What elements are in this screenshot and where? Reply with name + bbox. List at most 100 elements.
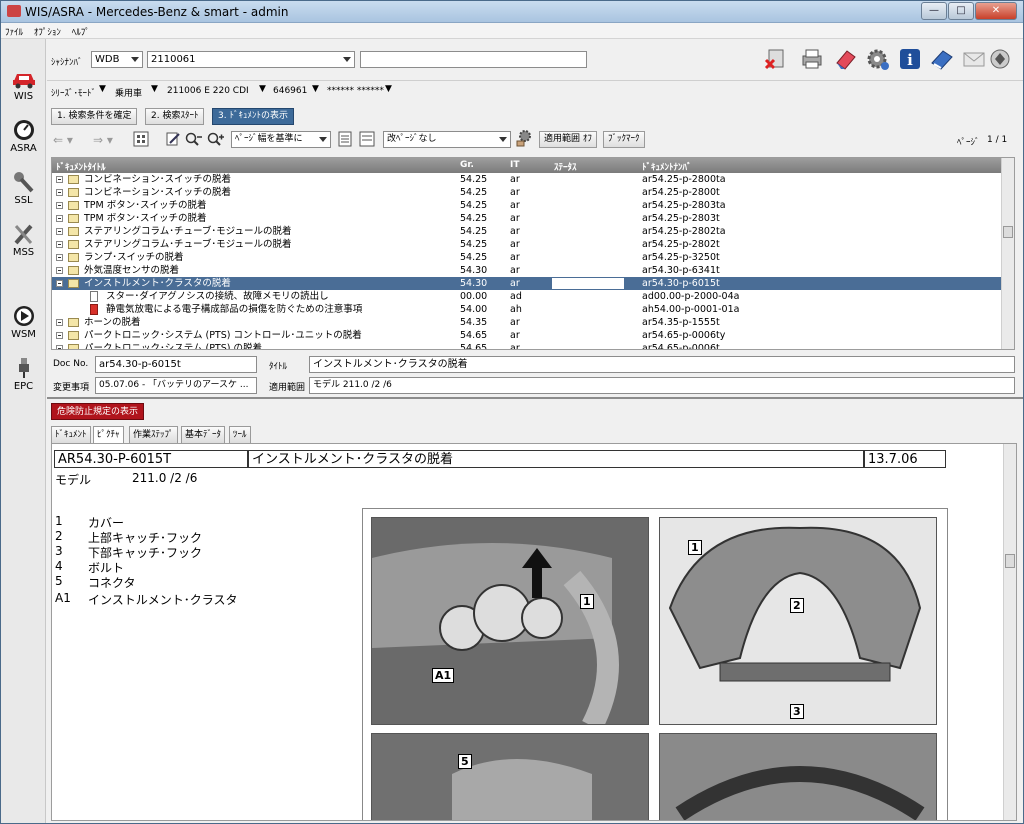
table-row[interactable]: パークトロニック･システム (PTS) コントロール･ユニットの脱着 54.65 a… xyxy=(52,329,1002,342)
tab-basic-data[interactable]: 基本ﾃﾞｰﾀ xyxy=(181,426,226,443)
tree-expand-icon[interactable] xyxy=(56,189,63,196)
table-row[interactable]: ステアリングコラム･チューブ･モジュールの脱着 54.25 ar ar54.25-p-… xyxy=(52,238,1002,251)
menu-help[interactable]: ﾍﾙﾌﾟ xyxy=(68,23,94,38)
col-group[interactable]: Gr. xyxy=(460,160,474,170)
multi-page-icon[interactable] xyxy=(359,131,375,147)
extra-dropdown[interactable]: ▼ xyxy=(385,84,392,94)
tree-expand-icon[interactable] xyxy=(56,228,63,235)
zoom-fit-select[interactable]: ﾍﾟｰｼﾞ幅を基準に xyxy=(231,131,331,148)
tree-expand-icon[interactable] xyxy=(56,267,63,274)
scrollbar-thumb[interactable] xyxy=(1005,554,1015,568)
photo-bolt[interactable] xyxy=(659,733,937,820)
engine-select[interactable]: 646961 xyxy=(273,86,307,96)
tab-tools[interactable]: ﾂｰﾙ xyxy=(229,426,251,443)
table-row[interactable]: TPM ボタン･スイッチの脱着 54.25 ar ar54.25-p-2803ta xyxy=(52,199,1002,212)
eraser-icon[interactable] xyxy=(833,47,859,71)
tree-expand-icon[interactable] xyxy=(56,202,63,209)
maximize-button[interactable]: □ xyxy=(948,2,974,20)
splitter[interactable] xyxy=(47,397,1023,399)
row-it: ar xyxy=(510,330,520,341)
vehicle-type[interactable]: 乗用車 xyxy=(115,86,142,99)
gear-hand-icon[interactable] xyxy=(515,129,533,147)
sidebar-item-mss[interactable]: MSS xyxy=(1,223,46,258)
grid-view-icon[interactable] xyxy=(133,131,149,147)
document-viewer-scrollbar[interactable] xyxy=(1003,444,1016,820)
menu-file[interactable]: ﾌｧｲﾙ xyxy=(1,23,27,38)
page-break-select[interactable]: 改ﾍﾟｰｼﾞなし xyxy=(383,131,511,148)
zoom-out-icon[interactable] xyxy=(185,131,203,147)
col-doc-number[interactable]: ﾄﾞｷｭﾒﾝﾄﾅﾝﾊﾞ xyxy=(642,160,692,173)
table-row[interactable]: スター･ダイアグノシスの接続、故障メモリの読出し 00.00 ad ad00.00-p… xyxy=(52,290,1002,303)
chevron-down-icon xyxy=(499,137,507,142)
tree-expand-icon[interactable] xyxy=(56,345,63,349)
table-row[interactable]: インストルメント･クラスタの脱着 54.30 ar ar54.30-p-6015t xyxy=(52,277,1002,290)
col-doc-title[interactable]: ﾄﾞｷｭﾒﾝﾄﾀｲﾄﾙ xyxy=(56,160,106,173)
step-show-document[interactable]: 3. ﾄﾞｷｭﾒﾝﾄの表示 xyxy=(212,108,294,125)
model-dropdown[interactable]: ▼ xyxy=(259,84,266,94)
tree-expand-icon[interactable] xyxy=(56,332,63,339)
help-book-icon[interactable] xyxy=(929,47,955,71)
doc-no-field[interactable]: ar54.30-p-6015t xyxy=(95,356,257,373)
table-row[interactable]: ステアリングコラム･チューブ･モジュールの脱着 54.25 ar ar54.25-p-… xyxy=(52,225,1002,238)
settings-gear-icon[interactable] xyxy=(865,47,891,71)
sidebar-item-epc[interactable]: EPC xyxy=(1,357,46,392)
tree-expand-icon[interactable] xyxy=(56,319,63,326)
step-confirm-criteria[interactable]: 1. 検索条件を確定 xyxy=(51,108,138,125)
document-list-scrollbar[interactable] xyxy=(1001,158,1014,349)
tree-expand-icon[interactable] xyxy=(56,241,63,248)
delete-vehicle-icon[interactable] xyxy=(763,47,789,71)
col-status[interactable]: ｽﾃｰﾀｽ xyxy=(554,160,577,173)
bookmark-button[interactable]: ﾌﾞｯｸﾏｰｸ xyxy=(603,131,645,148)
tree-expand-icon[interactable] xyxy=(56,280,63,287)
zoom-in-icon[interactable] xyxy=(207,131,225,147)
photo-cover[interactable]: 1 2 3 xyxy=(659,517,937,725)
print-icon[interactable] xyxy=(799,47,825,71)
model-select[interactable]: 211006 E 220 CDI xyxy=(167,86,249,96)
table-row[interactable]: コンビネーション･スイッチの脱着 54.25 ar ar54.25-p-2800ta xyxy=(52,173,1002,186)
tree-expand-icon[interactable] xyxy=(56,215,63,222)
vehicle-type-dropdown[interactable]: ▼ xyxy=(151,84,158,94)
tab-document[interactable]: ﾄﾞｷｭﾒﾝﾄ xyxy=(51,426,91,443)
extra-select[interactable]: ****** ****** xyxy=(327,86,384,96)
table-row[interactable]: ホーンの脱着 54.35 ar ar54.35-p-1555t xyxy=(52,316,1002,329)
table-row[interactable]: パークトロニック･システム (PTS) の脱着 54.65 ar ar54.65-p-… xyxy=(52,342,1002,349)
scope-off-button[interactable]: 適用範囲 ｵﾌ xyxy=(539,131,597,148)
model-label: モデル xyxy=(55,473,92,487)
close-button[interactable]: ✕ xyxy=(975,2,1017,20)
step-start-search[interactable]: 2. 検索ｽﾀｰﾄ xyxy=(145,108,205,125)
tab-picture[interactable]: ﾋﾟｸﾁｬ xyxy=(93,426,124,444)
table-row[interactable]: コンビネーション･スイッチの脱着 54.25 ar ar54.25-p-2800t xyxy=(52,186,1002,199)
sidebar-item-wsm[interactable]: WSM xyxy=(1,305,46,340)
doc-title-field[interactable]: インストルメント･クラスタの脱着 xyxy=(309,356,1015,373)
photo-connector[interactable]: 5 xyxy=(371,733,649,820)
sidebar-item-wis[interactable]: WIS xyxy=(1,67,46,102)
vin-prefix-select[interactable]: WDB xyxy=(91,51,143,68)
back-arrow-icon[interactable]: ⇐ ▾ xyxy=(53,133,73,147)
forward-arrow-icon[interactable]: ⇒ ▾ xyxy=(93,133,113,147)
photo-dashboard[interactable]: 1 A1 xyxy=(371,517,649,725)
tab-work-steps[interactable]: 作業ｽﾃｯﾌﾟ xyxy=(129,426,178,443)
network-icon[interactable] xyxy=(987,47,1013,71)
vin-number-select[interactable]: 2110061 xyxy=(147,51,355,68)
edit-document-icon[interactable] xyxy=(165,131,181,147)
tree-expand-icon[interactable] xyxy=(56,254,63,261)
scope-field[interactable]: モデル 211.0 /2 /6 xyxy=(309,377,1015,394)
minimize-button[interactable]: — xyxy=(921,2,947,20)
safety-rules-button[interactable]: 危険防止規定の表示 xyxy=(51,403,145,420)
change-field[interactable]: 05.07.06 - 「バッテリのアースケ ... xyxy=(95,377,257,394)
scrollbar-thumb[interactable] xyxy=(1003,226,1013,238)
info-icon[interactable]: i xyxy=(897,47,923,71)
table-row[interactable]: 静電気放電による電子構成部品の損傷を防ぐための注意事項 54.00 ah ah54.0… xyxy=(52,303,1002,316)
series-mode-dropdown[interactable]: ▼ xyxy=(99,84,106,94)
tree-expand-icon[interactable] xyxy=(56,176,63,183)
sidebar-item-asra[interactable]: ASRA xyxy=(1,119,46,154)
mail-icon[interactable] xyxy=(961,47,987,71)
table-row[interactable]: 外気温度センサの脱着 54.30 ar ar54.30-p-6341t xyxy=(52,264,1002,277)
col-it[interactable]: IT xyxy=(510,160,520,170)
sidebar-item-ssl[interactable]: SSL xyxy=(1,171,46,206)
page-view-icon[interactable] xyxy=(337,131,353,147)
menu-options[interactable]: ｵﾌﾟｼｮﾝ xyxy=(30,23,65,38)
table-row[interactable]: ランプ･スイッチの脱着 54.25 ar ar54.25-p-3250t xyxy=(52,251,1002,264)
engine-dropdown[interactable]: ▼ xyxy=(312,84,319,94)
table-row[interactable]: TPM ボタン･スイッチの脱着 54.25 ar ar54.25-p-2803t xyxy=(52,212,1002,225)
